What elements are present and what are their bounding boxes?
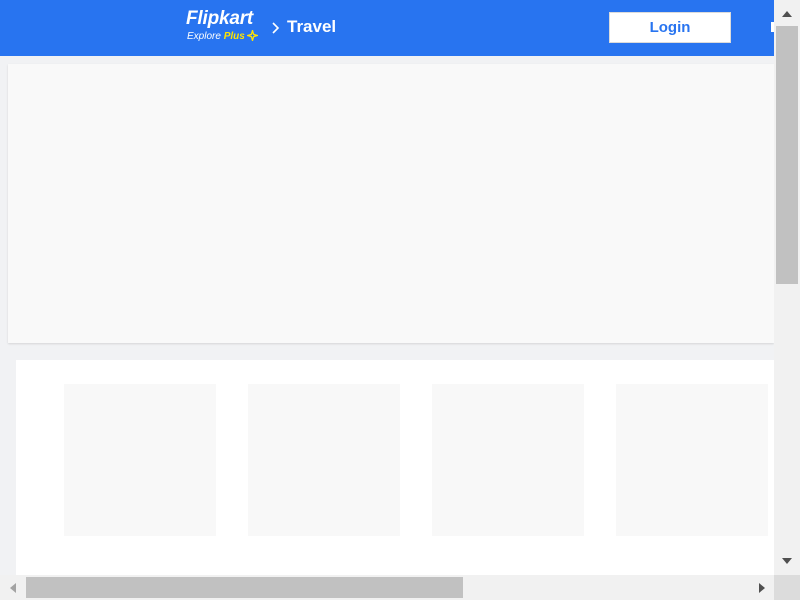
horizontal-scrollbar-thumb[interactable] xyxy=(26,577,463,598)
arrow-right-icon[interactable] xyxy=(750,575,774,600)
logo-tagline-plus: Plus xyxy=(223,31,245,42)
logo-brand-text: Flipkart xyxy=(186,8,254,29)
arrow-up-icon[interactable] xyxy=(774,0,800,26)
offer-card-placeholder[interactable] xyxy=(432,384,584,536)
vertical-scrollbar[interactable] xyxy=(774,0,800,575)
offer-card-placeholder[interactable] xyxy=(616,384,768,536)
arrow-left-icon[interactable] xyxy=(0,575,24,600)
logo-tagline: Explore Plus xyxy=(187,31,245,43)
horizontal-scrollbar[interactable] xyxy=(0,575,774,600)
offer-cards-section xyxy=(16,360,774,575)
breadcrumb-travel[interactable]: Travel xyxy=(287,17,336,37)
flipkart-logo[interactable]: Flipkart Explore Plus xyxy=(186,9,266,45)
offer-card-placeholder[interactable] xyxy=(64,384,216,536)
plus-star-icon xyxy=(247,30,258,41)
offer-card-placeholder[interactable] xyxy=(248,384,400,536)
hero-banner-placeholder xyxy=(8,64,774,343)
login-button[interactable]: Login xyxy=(609,12,731,43)
arrow-down-icon[interactable] xyxy=(774,548,800,574)
chevron-right-icon xyxy=(272,22,280,34)
scrollbar-corner xyxy=(774,575,800,600)
logo-tagline-explore: Explore xyxy=(187,31,221,42)
top-header: Flipkart Explore Plus Travel Login xyxy=(0,0,800,56)
page: Flipkart Explore Plus Travel Login xyxy=(0,0,800,600)
vertical-scrollbar-thumb[interactable] xyxy=(776,26,798,284)
